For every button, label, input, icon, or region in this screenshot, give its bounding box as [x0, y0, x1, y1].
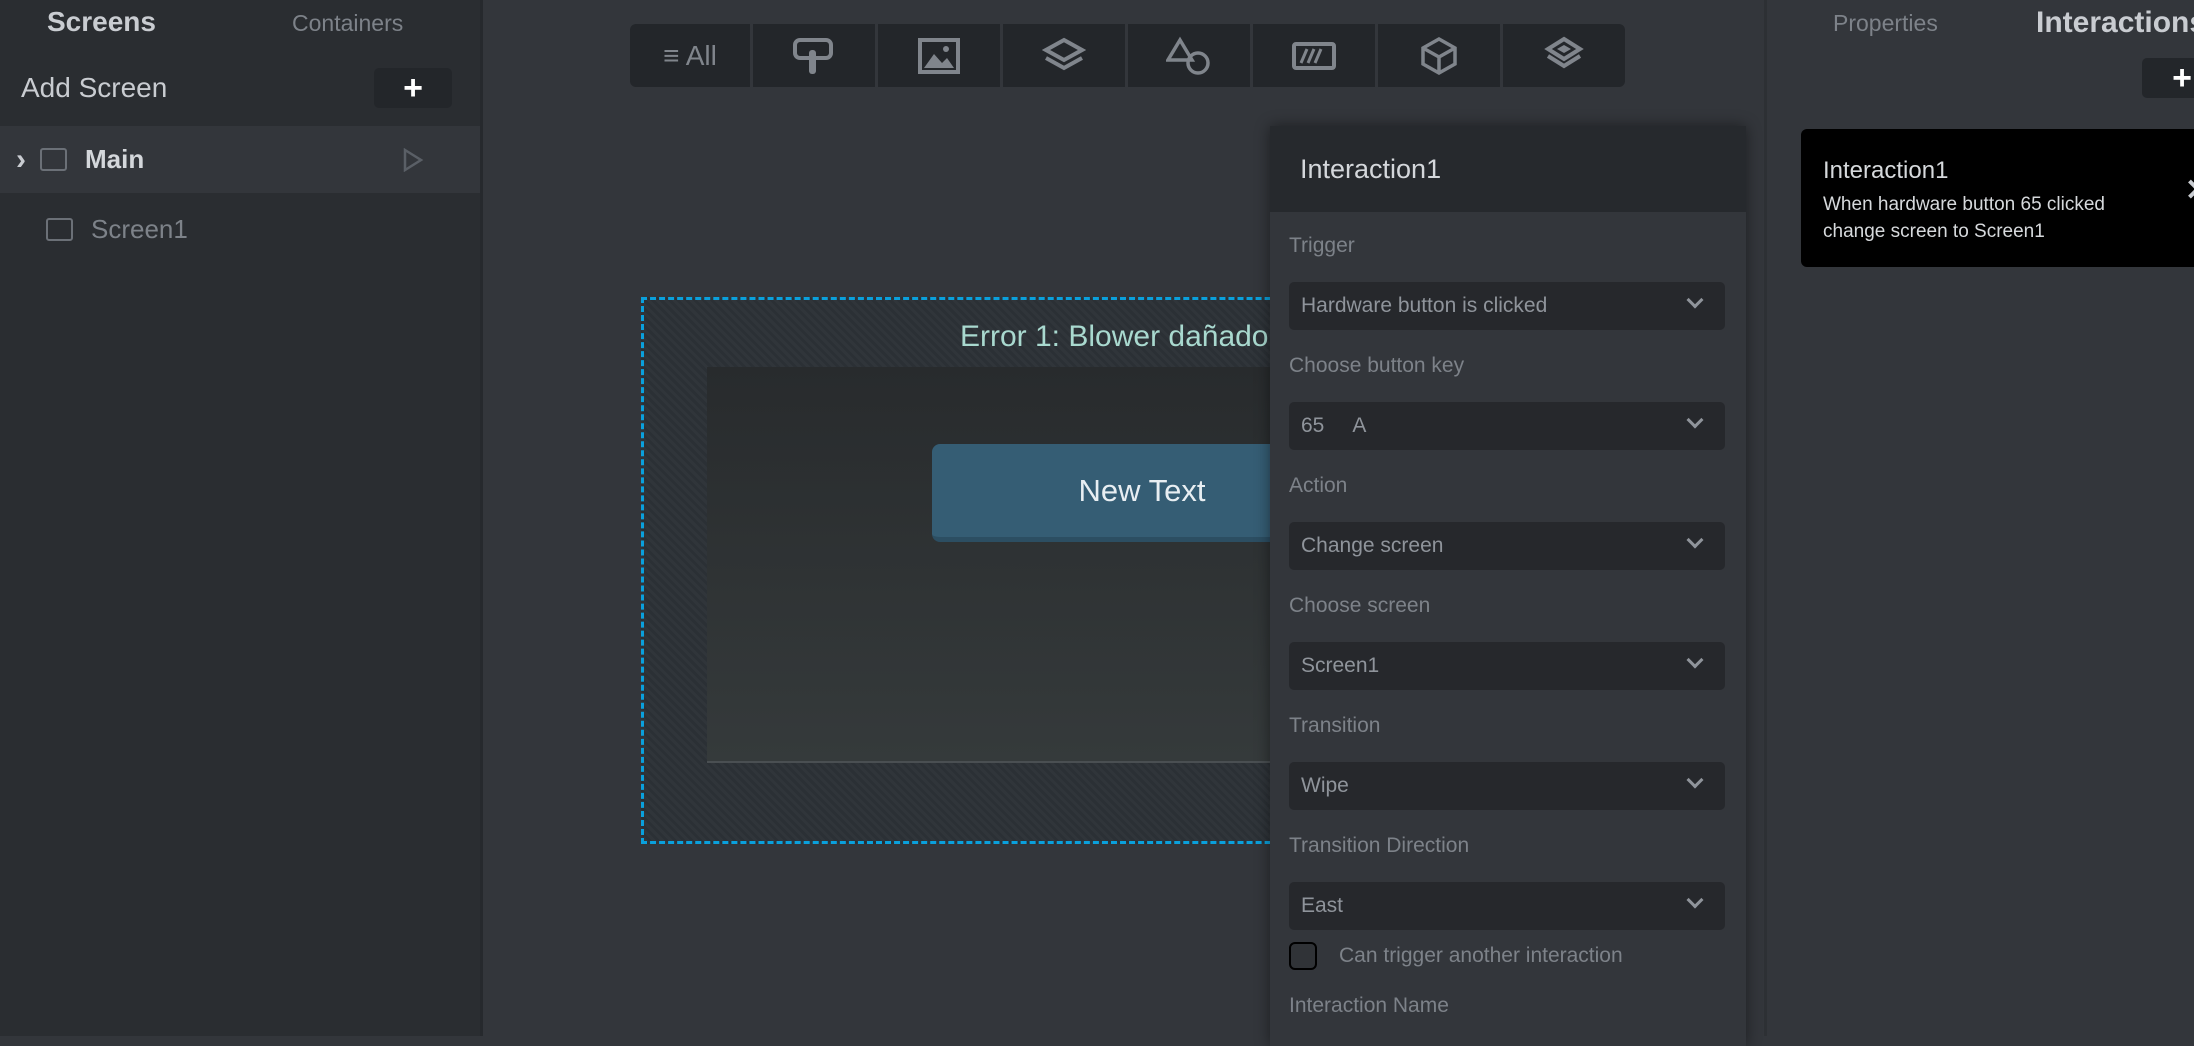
chevron-down-icon	[1686, 411, 1704, 429]
chain-interaction-checkbox[interactable]	[1289, 942, 1317, 970]
chevron-down-icon	[1686, 891, 1704, 909]
screen-icon	[40, 148, 67, 171]
add-screen-label: Add Screen	[21, 72, 168, 103]
filter-all-button[interactable]: ≡ All	[630, 24, 750, 87]
tab-screens[interactable]: Screens	[47, 6, 156, 38]
stack-icon[interactable]	[1503, 24, 1625, 87]
interaction-card[interactable]: Interaction1 When hardware button 65 cli…	[1801, 129, 2194, 267]
properties-panel: Properties Interactions + Interaction1 W…	[1764, 0, 2194, 1036]
screen-name: Screen1	[91, 214, 188, 244]
chevron-down-icon	[1686, 771, 1704, 789]
trigger-field: Trigger Hardware button is clicked	[1289, 234, 1725, 330]
image-icon[interactable]	[878, 24, 1000, 87]
chevron-down-icon	[1686, 651, 1704, 669]
play-icon[interactable]	[402, 148, 424, 172]
add-screen-button[interactable]: +	[374, 68, 452, 108]
tab-properties[interactable]: Properties	[1833, 10, 1938, 37]
direction-field: Transition Direction East	[1289, 834, 1725, 930]
screen-canvas[interactable]: Error 1: Blower dañado New Text	[641, 297, 1532, 844]
trigger-select[interactable]: Hardware button is clicked	[1289, 282, 1725, 330]
button-key-select[interactable]: 65 A	[1289, 402, 1725, 450]
chevron-down-icon	[1686, 291, 1704, 309]
screen-field: Choose screen Screen1	[1289, 594, 1725, 690]
interaction-editor-panel: Interaction1 Trigger Hardware button is c…	[1270, 126, 1746, 1046]
touch-icon[interactable]	[753, 24, 875, 87]
chevron-down-icon	[1686, 531, 1704, 549]
widget-toolbar: ≡ All	[630, 24, 1625, 87]
close-icon[interactable]: ✕	[2185, 173, 2194, 208]
error-label[interactable]: Error 1: Blower dañado	[960, 320, 1269, 354]
layers-icon[interactable]	[1003, 24, 1125, 87]
tab-containers[interactable]: Containers	[292, 10, 403, 37]
tab-interactions[interactable]: Interactions	[2036, 6, 2194, 40]
shapes-icon[interactable]	[1128, 24, 1250, 87]
direction-select[interactable]: East	[1289, 882, 1725, 930]
name-field: Interaction Name	[1289, 994, 1449, 1017]
transition-select[interactable]: Wipe	[1289, 762, 1725, 810]
panel-title: Interaction1	[1270, 126, 1746, 212]
chain-interaction-checkbox-row[interactable]: Can trigger another interaction	[1289, 942, 1623, 970]
expand-chevron-icon[interactable]: ›	[16, 143, 26, 177]
screens-sidebar: Screens Containers Add Screen + › Main S…	[0, 0, 483, 1036]
screen-item-screen1[interactable]: Screen1	[0, 196, 480, 263]
add-interaction-button[interactable]: +	[2142, 58, 2194, 98]
action-select[interactable]: Change screen	[1289, 522, 1725, 570]
button-key-field: Choose button key 65 A	[1289, 354, 1725, 450]
screen-name: Main	[85, 144, 145, 174]
progress-icon[interactable]	[1253, 24, 1375, 87]
action-field: Action Change screen	[1289, 474, 1725, 570]
cube-icon[interactable]	[1378, 24, 1500, 87]
screen-select[interactable]: Screen1	[1289, 642, 1725, 690]
screen-item-main[interactable]: › Main	[0, 126, 480, 193]
screen-icon	[46, 218, 73, 241]
transition-field: Transition Wipe	[1289, 714, 1725, 810]
